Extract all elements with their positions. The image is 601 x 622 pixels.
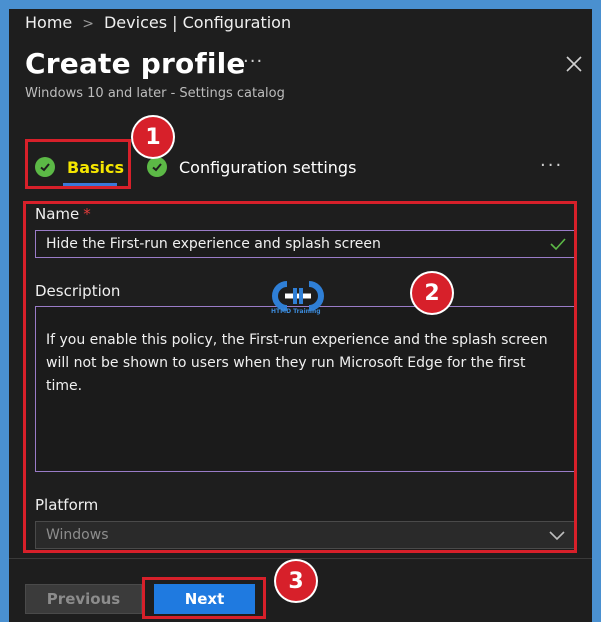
footer-divider (9, 558, 592, 559)
highlight-form-area (23, 201, 577, 553)
tab-configuration-settings[interactable]: Configuration settings (147, 153, 356, 181)
tabs-more-icon[interactable]: ··· (540, 155, 563, 176)
breadcrumb-current[interactable]: Devices | Configuration (104, 13, 291, 32)
page-title: Create profile (25, 47, 246, 80)
annotation-badge-3: 3 (276, 561, 316, 601)
check-circle-icon (147, 157, 167, 177)
more-options-icon[interactable]: ··· (243, 51, 263, 72)
highlight-next-button (142, 577, 266, 619)
highlight-basics-tab (25, 139, 131, 189)
breadcrumb-home[interactable]: Home (25, 13, 72, 32)
annotation-badge-2: 2 (412, 273, 452, 313)
close-icon[interactable] (565, 55, 583, 73)
page-subtitle: Windows 10 and later - Settings catalog (25, 86, 285, 101)
breadcrumb-separator: > (82, 16, 94, 32)
tab-configuration-settings-label: Configuration settings (179, 157, 357, 177)
breadcrumb: Home > Devices | Configuration (25, 13, 291, 32)
previous-button[interactable]: Previous (25, 584, 142, 614)
annotation-badge-1: 1 (133, 117, 173, 157)
create-profile-panel: Home > Devices | Configuration Create prof… (9, 9, 592, 622)
